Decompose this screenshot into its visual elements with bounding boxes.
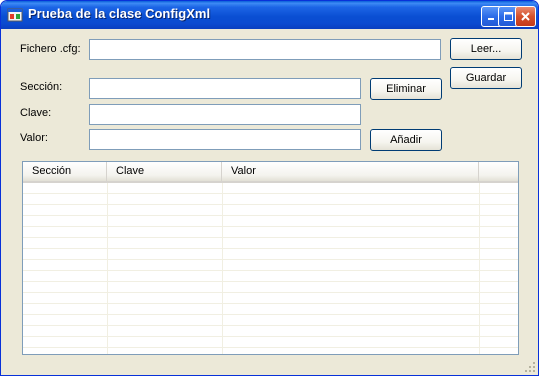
resize-grip-icon[interactable] xyxy=(524,361,536,373)
table-row xyxy=(23,337,518,348)
column-header-valor[interactable]: Valor xyxy=(222,162,479,181)
table-row xyxy=(23,216,518,227)
config-listview[interactable]: Sección Clave Valor xyxy=(22,161,519,355)
table-row xyxy=(23,326,518,337)
main-window: Prueba de la clase ConfigXml Fichero .cf… xyxy=(0,0,539,376)
table-row xyxy=(23,183,518,194)
table-row xyxy=(23,205,518,216)
table-row xyxy=(23,260,518,271)
table-row xyxy=(23,227,518,238)
eliminar-button[interactable]: Eliminar xyxy=(370,78,442,100)
window-title: Prueba de la clase ConfigXml xyxy=(28,6,211,21)
title-bar[interactable]: Prueba de la clase ConfigXml xyxy=(1,1,538,29)
table-row xyxy=(23,315,518,326)
close-button[interactable] xyxy=(515,6,536,27)
table-row xyxy=(23,282,518,293)
table-row xyxy=(23,194,518,205)
table-row xyxy=(23,249,518,260)
fichero-label: Fichero .cfg: xyxy=(20,43,81,55)
listview-rows xyxy=(23,183,518,348)
column-header-clave[interactable]: Clave xyxy=(107,162,222,181)
listview-header: Sección Clave Valor xyxy=(23,162,518,183)
clave-label: Clave: xyxy=(20,107,52,119)
table-row xyxy=(23,304,518,315)
valor-label: Valor: xyxy=(20,132,48,144)
table-row xyxy=(23,271,518,282)
seccion-input[interactable] xyxy=(89,78,361,99)
anadir-button[interactable]: Añadir xyxy=(370,129,442,151)
clave-input[interactable] xyxy=(89,104,361,125)
column-header-filler xyxy=(479,162,518,181)
maximize-icon xyxy=(504,12,513,21)
app-window-icon xyxy=(7,7,23,23)
guardar-button[interactable]: Guardar xyxy=(450,67,522,89)
column-header-seccion[interactable]: Sección xyxy=(23,162,107,181)
table-row xyxy=(23,293,518,304)
seccion-label: Sección: xyxy=(20,81,63,93)
fichero-input[interactable] xyxy=(89,39,441,60)
minimize-icon xyxy=(488,18,494,20)
table-row xyxy=(23,238,518,249)
leer-button[interactable]: Leer... xyxy=(450,38,522,60)
valor-input[interactable] xyxy=(89,129,361,150)
close-icon xyxy=(521,12,530,21)
